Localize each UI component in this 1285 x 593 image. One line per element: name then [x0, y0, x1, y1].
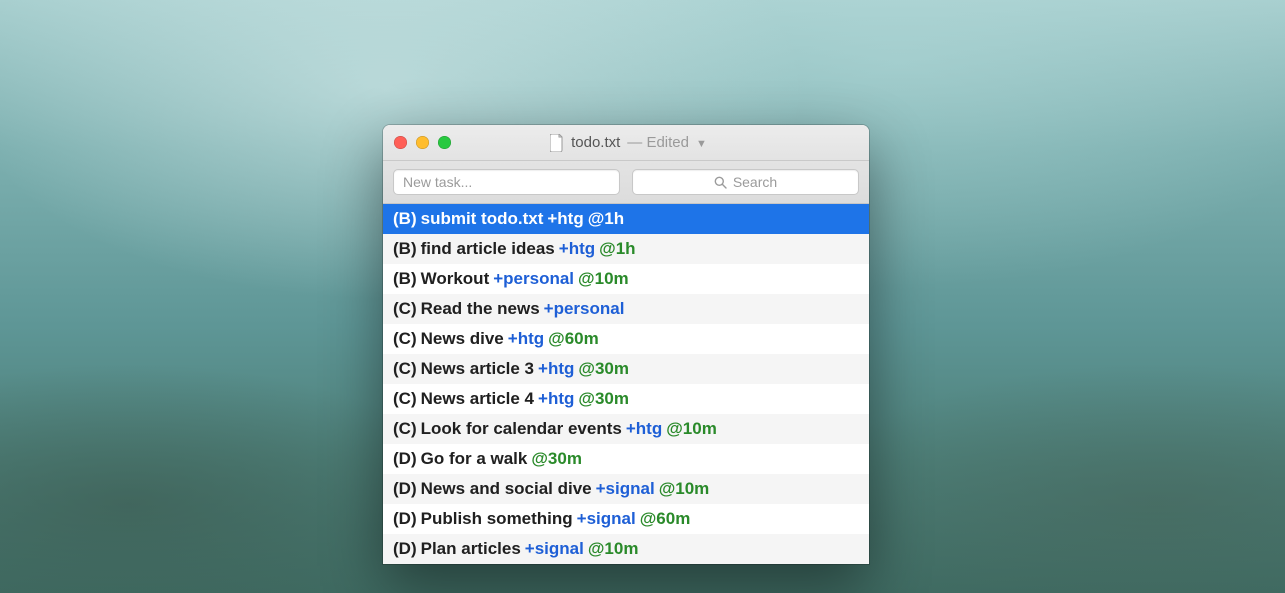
task-context-tag: @10m	[578, 269, 629, 289]
task-project-tag: +personal	[493, 269, 574, 289]
search-placeholder: Search	[733, 174, 777, 190]
chevron-down-icon[interactable]: ▼	[696, 138, 707, 150]
task-text: News and social dive	[421, 479, 592, 499]
task-project-tag: +htg	[626, 419, 662, 439]
titlebar[interactable]: todo.txt — Edited ▼	[383, 125, 869, 161]
task-text: Look for calendar events	[421, 419, 622, 439]
task-project-tag: +personal	[544, 299, 625, 319]
task-row[interactable]: (B) Workout+personal@10m	[383, 264, 869, 294]
task-text: Go for a walk	[421, 449, 528, 469]
window-filename: todo.txt	[571, 134, 620, 151]
task-row[interactable]: (D) Go for a walk@30m	[383, 444, 869, 474]
task-priority: (D)	[393, 509, 417, 529]
task-row[interactable]: (D) Plan articles+signal@10m	[383, 534, 869, 564]
task-priority: (C)	[393, 389, 417, 409]
task-text: Publish something	[421, 509, 573, 529]
task-context-tag: @1h	[588, 209, 624, 229]
document-icon	[550, 134, 564, 152]
task-project-tag: +htg	[538, 359, 574, 379]
app-window: todo.txt — Edited ▼ New task... Search	[383, 125, 869, 564]
task-row[interactable]: (D) Publish something+signal@60m	[383, 504, 869, 534]
task-project-tag: +signal	[525, 539, 584, 559]
task-context-tag: @10m	[588, 539, 639, 559]
traffic-lights	[394, 136, 451, 149]
window-edited-status: — Edited	[627, 134, 689, 151]
task-context-tag: @30m	[578, 389, 629, 409]
task-priority: (C)	[393, 359, 417, 379]
minimize-icon[interactable]	[416, 136, 429, 149]
search-icon	[714, 176, 727, 189]
new-task-placeholder: New task...	[403, 174, 472, 190]
task-text: News dive	[421, 329, 504, 349]
new-task-input[interactable]: New task...	[393, 169, 620, 195]
task-row[interactable]: (C) Read the news+personal	[383, 294, 869, 324]
task-priority: (C)	[393, 299, 417, 319]
task-priority: (C)	[393, 329, 417, 349]
task-context-tag: @10m	[666, 419, 717, 439]
task-row[interactable]: (C) News article 3+htg@30m	[383, 354, 869, 384]
task-priority: (B)	[393, 209, 417, 229]
task-project-tag: +signal	[577, 509, 636, 529]
task-project-tag: +htg	[559, 239, 595, 259]
task-project-tag: +signal	[596, 479, 655, 499]
task-text: find article ideas	[421, 239, 555, 259]
search-input[interactable]: Search	[632, 169, 859, 195]
task-priority: (D)	[393, 539, 417, 559]
task-context-tag: @1h	[599, 239, 635, 259]
task-text: Plan articles	[421, 539, 521, 559]
task-context-tag: @60m	[640, 509, 691, 529]
task-context-tag: @30m	[578, 359, 629, 379]
task-priority: (B)	[393, 239, 417, 259]
task-project-tag: +htg	[547, 209, 583, 229]
task-row[interactable]: (C) News article 4+htg@30m	[383, 384, 869, 414]
task-priority: (C)	[393, 419, 417, 439]
task-priority: (D)	[393, 449, 417, 469]
task-priority: (D)	[393, 479, 417, 499]
task-text: Read the news	[421, 299, 540, 319]
task-priority: (B)	[393, 269, 417, 289]
task-context-tag: @10m	[659, 479, 710, 499]
task-text: Workout	[421, 269, 490, 289]
window-title[interactable]: todo.txt — Edited ▼	[459, 134, 798, 152]
maximize-icon[interactable]	[438, 136, 451, 149]
task-context-tag: @60m	[548, 329, 599, 349]
task-text: News article 4	[421, 389, 534, 409]
task-row[interactable]: (C) News dive+htg@60m	[383, 324, 869, 354]
toolbar: New task... Search	[383, 161, 869, 204]
task-row[interactable]: (B) submit todo.txt+htg@1h	[383, 204, 869, 234]
close-icon[interactable]	[394, 136, 407, 149]
task-project-tag: +htg	[538, 389, 574, 409]
task-text: News article 3	[421, 359, 534, 379]
task-row[interactable]: (D) News and social dive+signal@10m	[383, 474, 869, 504]
desktop-wallpaper: todo.txt — Edited ▼ New task... Search	[0, 0, 1285, 593]
task-context-tag: @30m	[531, 449, 582, 469]
task-text: submit todo.txt	[421, 209, 544, 229]
task-row[interactable]: (C) Look for calendar events+htg@10m	[383, 414, 869, 444]
task-project-tag: +htg	[508, 329, 544, 349]
task-list[interactable]: (B) submit todo.txt+htg@1h(B) find artic…	[383, 204, 869, 564]
task-row[interactable]: (B) find article ideas+htg@1h	[383, 234, 869, 264]
